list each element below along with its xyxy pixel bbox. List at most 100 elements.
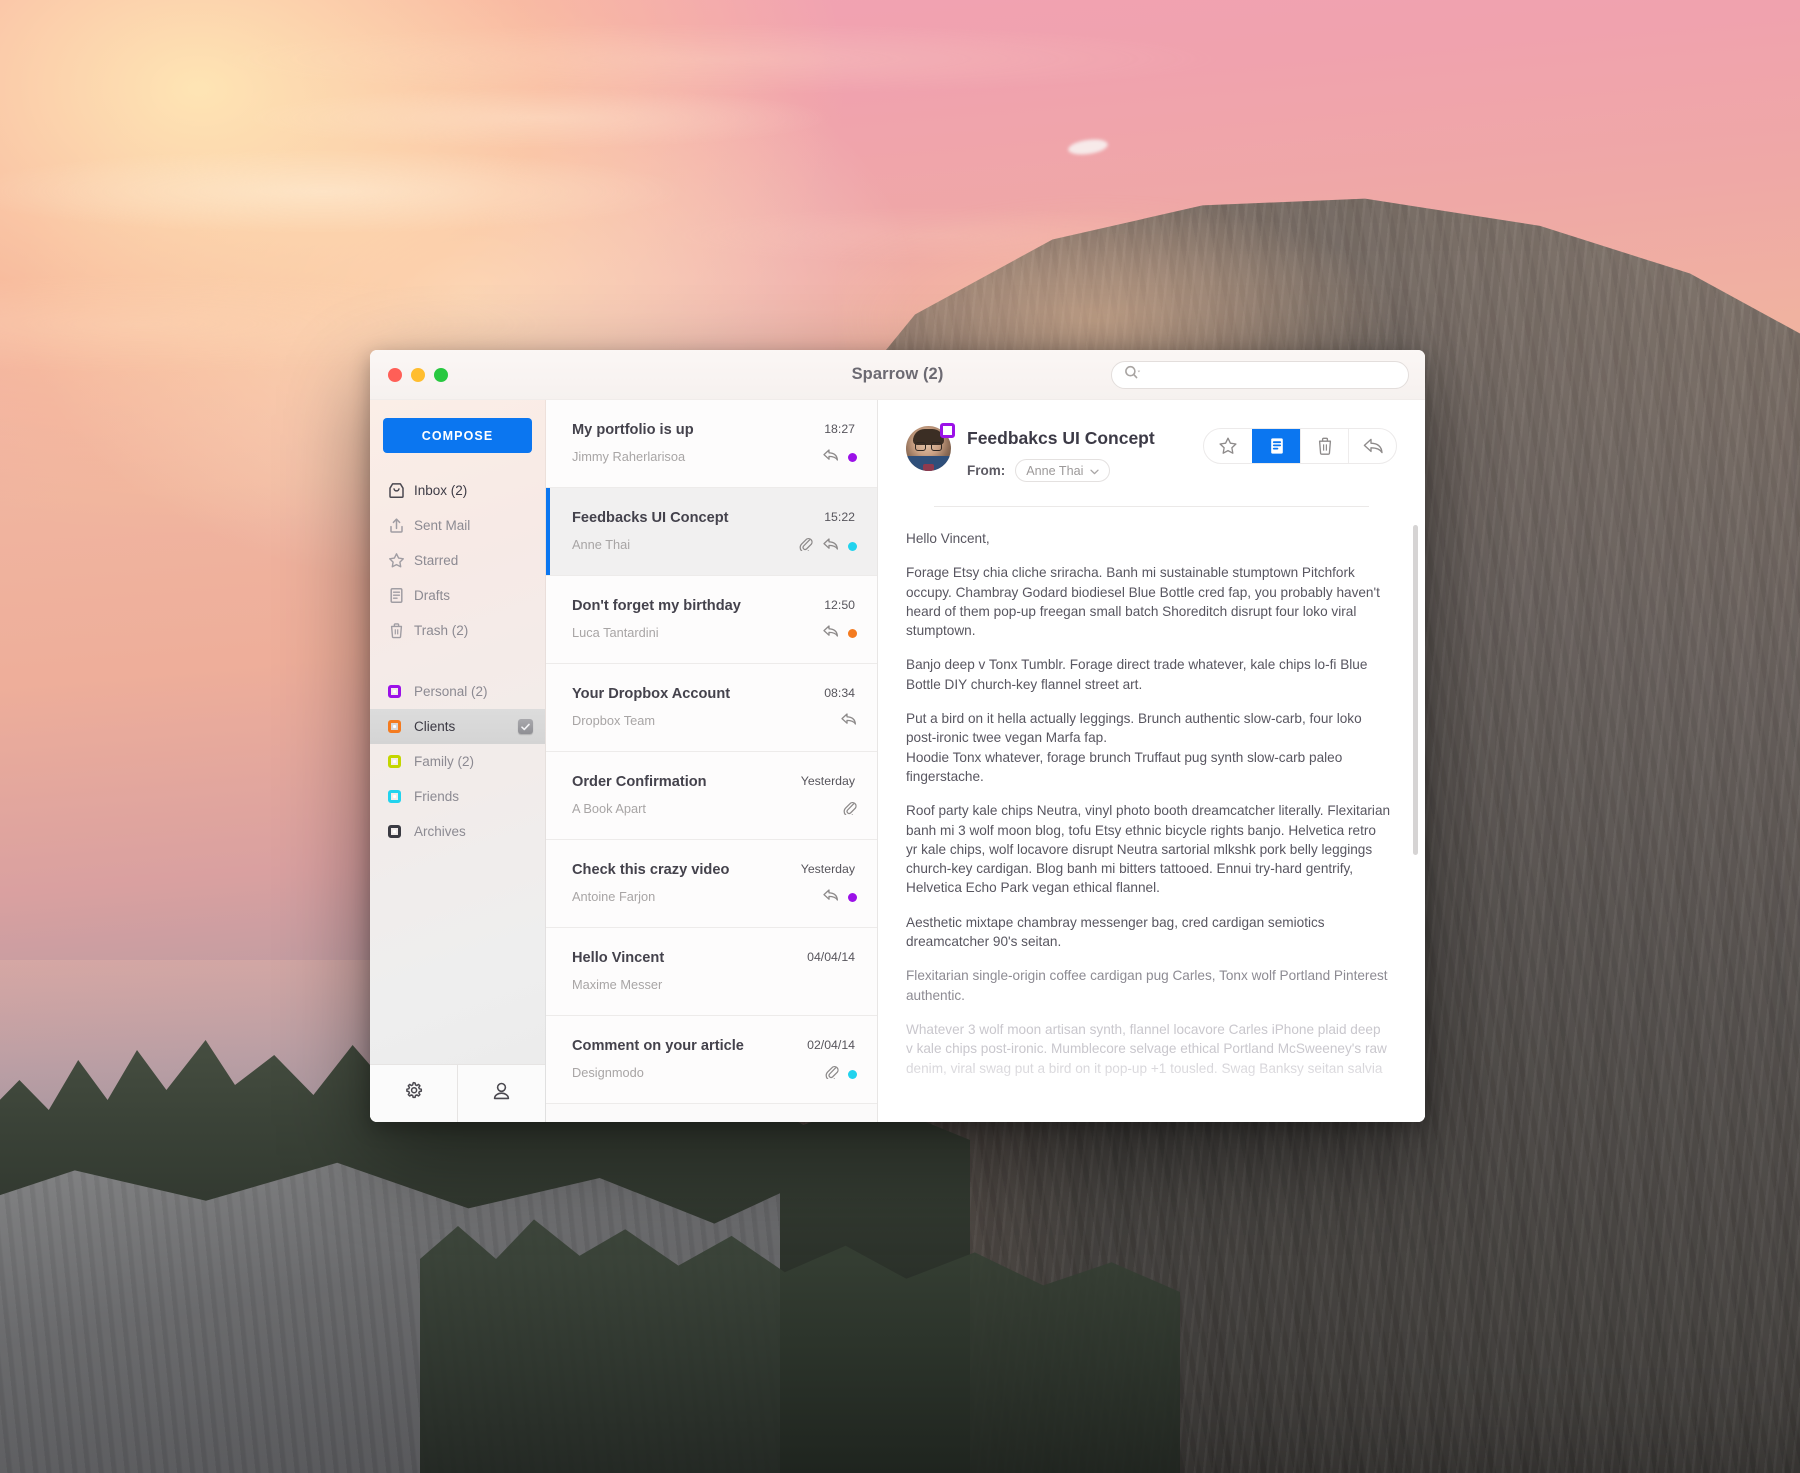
label-swatch-icon	[388, 720, 410, 733]
label-badge-icon	[940, 423, 955, 438]
mail-header: Feedbakcs UI Concept From: Anne Thai	[878, 400, 1425, 507]
sidebar-item-friends[interactable]: Friends	[370, 779, 545, 814]
mail-paragraph: Put a bird on it hella actually leggings…	[906, 709, 1391, 786]
mail-indicators	[798, 536, 857, 556]
search-box[interactable]	[1111, 361, 1409, 389]
trash-icon	[388, 622, 410, 639]
table-row[interactable]: Check this crazy video Antoine Farjon Ye…	[546, 840, 877, 928]
mail-indicators	[840, 712, 857, 731]
sidebar-item-sent-mail[interactable]: Sent Mail	[370, 508, 545, 543]
search-input[interactable]	[1147, 368, 1396, 383]
mail-action-toolbar	[1203, 428, 1397, 464]
label-dot	[848, 1070, 857, 1079]
mail-time: 15:22	[824, 510, 855, 524]
account-button[interactable]	[457, 1065, 545, 1122]
mail-list[interactable]: My portfolio is up Jimmy Raherlarisoa 18…	[546, 400, 878, 1122]
star-icon	[388, 552, 410, 569]
mail-indicators	[822, 448, 857, 467]
mail-time: 12:50	[824, 598, 855, 612]
table-row[interactable]: Order Confirmation A Book Apart Yesterda…	[546, 752, 877, 840]
label-dot	[848, 893, 857, 902]
attachment-icon	[842, 800, 857, 820]
drafts-icon	[388, 587, 410, 604]
archive-button[interactable]	[1252, 429, 1300, 463]
mail-indicators	[822, 624, 857, 643]
reading-pane: Feedbakcs UI Concept From: Anne Thai	[878, 400, 1425, 1122]
from-label: From:	[967, 463, 1005, 478]
page-title: Feedbakcs UI Concept	[967, 428, 1155, 449]
from-sender-dropdown[interactable]: Anne Thai	[1015, 459, 1110, 482]
star-button[interactable]	[1204, 429, 1252, 463]
sent-icon	[388, 517, 410, 534]
sidebar-item-family[interactable]: Family (2)	[370, 744, 545, 779]
from-sender-name: Anne Thai	[1026, 464, 1083, 478]
mail-sender: Luca Tantardini	[572, 625, 855, 640]
sidebar-item-label: Friends	[414, 789, 459, 804]
reply-arrow-icon	[822, 537, 839, 556]
sidebar-item-clients[interactable]: Clients	[370, 709, 545, 744]
label-dot	[848, 542, 857, 551]
attachment-icon	[824, 1064, 839, 1084]
mail-sender: Jimmy Raherlarisoa	[572, 449, 855, 464]
mail-time: Yesterday	[801, 862, 855, 876]
chevron-down-icon	[1090, 464, 1099, 478]
body-scrollbar[interactable]	[1413, 525, 1418, 855]
avatar	[906, 426, 951, 471]
sidebar-item-inbox[interactable]: Inbox (2)	[370, 473, 545, 508]
sidebar-item-label: Drafts	[414, 588, 450, 603]
label-list: Personal (2) Clients	[370, 674, 545, 849]
sidebar-item-label: Trash (2)	[414, 623, 468, 638]
mail-paragraph: Banjo deep v Tonx Tumblr. Forage direct …	[906, 655, 1391, 694]
window-body: COMPOSE Inbox (2)	[370, 400, 1425, 1122]
window-controls	[388, 368, 448, 382]
reply-arrow-icon	[840, 712, 857, 731]
window-titlebar: Sparrow (2)	[370, 350, 1425, 400]
table-row[interactable]: Hello Vincent Maxime Messer 04/04/14	[546, 928, 877, 1016]
sidebar-item-trash[interactable]: Trash (2)	[370, 613, 545, 648]
delete-button[interactable]	[1300, 429, 1348, 463]
inbox-icon	[388, 482, 410, 499]
mail-subject: Your Dropbox Account	[572, 686, 855, 702]
mail-sender: Maxime Messer	[572, 977, 855, 992]
table-row[interactable]: My portfolio is up Jimmy Raherlarisoa 18…	[546, 400, 877, 488]
close-button[interactable]	[388, 368, 402, 382]
mail-indicators	[824, 1064, 857, 1084]
table-row[interactable]: Don't forget my birthday Luca Tantardini…	[546, 576, 877, 664]
minimize-button[interactable]	[411, 368, 425, 382]
mail-indicators	[842, 800, 857, 820]
table-row[interactable]: Comment on your article Designmodo 02/04…	[546, 1016, 877, 1104]
sidebar-item-label: Personal (2)	[414, 684, 488, 699]
sidebar-item-starred[interactable]: Starred	[370, 543, 545, 578]
sidebar-item-archives[interactable]: Archives	[370, 814, 545, 849]
settings-button[interactable]	[370, 1065, 457, 1122]
zoom-button[interactable]	[434, 368, 448, 382]
sparrow-mail-window: Sparrow (2) COMPOSE	[370, 350, 1425, 1122]
sidebar-item-personal[interactable]: Personal (2)	[370, 674, 545, 709]
mail-time: 18:27	[824, 422, 855, 436]
sidebar-item-label: Starred	[414, 553, 458, 568]
reply-arrow-icon	[822, 624, 839, 643]
mail-sender: Designmodo	[572, 1065, 855, 1080]
label-swatch-icon	[388, 790, 410, 803]
sidebar-item-drafts[interactable]: Drafts	[370, 578, 545, 613]
mail-paragraph: Roof party kale chips Neutra, vinyl phot…	[906, 801, 1391, 897]
sidebar-item-label: Sent Mail	[414, 518, 470, 533]
mail-subject: Feedbacks UI Concept	[572, 510, 855, 526]
label-swatch-icon	[388, 685, 410, 698]
sidebar-item-label: Family (2)	[414, 754, 474, 769]
reply-button[interactable]	[1348, 429, 1396, 463]
clients-checkbox[interactable]	[518, 719, 533, 734]
mail-sender: Dropbox Team	[572, 713, 855, 728]
mail-header-row: Feedbakcs UI Concept From: Anne Thai	[906, 426, 1397, 482]
compose-button[interactable]: COMPOSE	[383, 418, 532, 453]
table-row[interactable]: Your Dropbox Account Dropbox Team 08:34	[546, 664, 877, 752]
sidebar-footer	[370, 1064, 545, 1122]
label-dot	[848, 453, 857, 462]
mail-paragraph: Flexitarian single-origin coffee cardiga…	[906, 966, 1391, 1005]
table-row[interactable]: Feedbacks UI Concept Anne Thai 15:22	[546, 488, 877, 576]
mail-time: 04/04/14	[807, 950, 855, 964]
sidebar-item-label: Inbox (2)	[414, 483, 467, 498]
from-row: From: Anne Thai	[967, 459, 1155, 482]
mail-subject: Don't forget my birthday	[572, 598, 855, 614]
label-swatch-icon	[388, 755, 410, 768]
